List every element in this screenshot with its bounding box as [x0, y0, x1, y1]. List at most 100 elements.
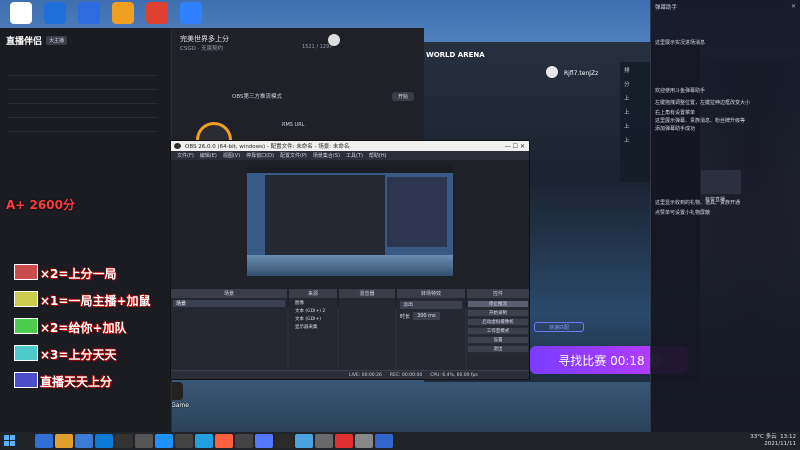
transition-select[interactable]: 淡出 [400, 301, 462, 309]
desktop-icon[interactable] [106, 2, 140, 24]
sidebar-item[interactable] [8, 68, 158, 76]
user-avatar[interactable] [328, 34, 340, 46]
obs-menu-item[interactable]: 文件(F) [177, 152, 194, 159]
sidebar-item[interactable] [8, 124, 158, 132]
streaming-app-logo: 直播伴侣 [6, 37, 43, 47]
taskbar-app-icon[interactable] [275, 434, 293, 448]
taskbar-app-icon[interactable] [255, 434, 273, 448]
obs-status-item: REC: 00:00:00 [389, 372, 423, 378]
taskbar-app-icon[interactable] [355, 434, 373, 448]
game-side-item[interactable]: 上 [624, 122, 630, 130]
gift-sticker-icon [14, 372, 38, 388]
sticker-text: ×2=上分一局 [40, 267, 117, 281]
obs-control-button[interactable]: 设置 [467, 336, 529, 344]
taskbar-app-icon[interactable] [55, 434, 73, 448]
obs-control-button[interactable]: 工作室模式 [467, 327, 529, 335]
assistant-close-icon[interactable]: ✕ [791, 3, 796, 10]
taskbar: 33°C 多云 13:12 2021/11/11 [0, 432, 800, 450]
duration-input[interactable]: 300 ms [413, 312, 440, 320]
mixer-dock [339, 298, 395, 370]
stream-title: 完美世界多上分 [180, 35, 229, 43]
overlay-rank-text: A+ 2600分 [6, 198, 75, 212]
game-side-item[interactable]: 分 [624, 80, 630, 88]
obs-menu-item[interactable]: 工具(T) [346, 152, 363, 159]
gift-sticker-icon [14, 345, 38, 361]
taskbar-app-icon[interactable] [95, 434, 113, 448]
scene-item[interactable]: 场景 [173, 300, 285, 307]
assistant-message: 这里展示弹幕、贵族消息、粉丝牌升级等 [655, 118, 746, 124]
windows-start-icon[interactable] [4, 435, 20, 447]
taskbar-app-icon[interactable] [195, 434, 213, 448]
obs-preview-canvas[interactable] [247, 165, 453, 276]
obs-preview-area [171, 160, 529, 308]
taskbar-app-icon[interactable] [135, 434, 153, 448]
quick-match-tab[interactable]: 快速匹配 [534, 322, 584, 332]
gift-sticker-icon [14, 318, 38, 334]
obs-control-button[interactable]: 退出 [467, 345, 529, 353]
clock-time[interactable]: 13:12 [780, 434, 796, 440]
game-side-item[interactable]: 上 [624, 136, 630, 144]
obs-logo-icon [174, 143, 181, 149]
taskbar-app-icon[interactable] [155, 434, 173, 448]
source-item[interactable]: 文本 (GDI+) 2 [295, 308, 325, 314]
sidebar-item[interactable] [8, 110, 158, 118]
desktop-icon[interactable] [174, 2, 208, 24]
taskbar-app-icon[interactable] [235, 434, 253, 448]
obs-menu-item[interactable]: 配置文件(P) [280, 152, 307, 159]
obs-menubar: 文件(F) 编辑(E) 视图(V) 停靠窗口(D) 配置文件(P) 场景集合(S) 工具(T… [171, 151, 529, 160]
assistant-message: 左键拖拽调整位置，左键拉伸边框改变大小 [655, 100, 751, 106]
obs-control-button[interactable]: 停止推流 [467, 300, 529, 308]
taskbar-app-icon[interactable] [115, 434, 133, 448]
system-tray: 33°C 多云 13:12 2021/11/11 [750, 434, 796, 448]
desktop-icon[interactable] [72, 2, 106, 24]
game-side-item[interactable]: 上 [624, 108, 630, 116]
sticker-text: ×3=上分天天 [40, 348, 117, 362]
taskbar-app-icon[interactable] [335, 434, 353, 448]
sidebar-item[interactable] [8, 82, 158, 90]
game-side-item[interactable]: 上 [624, 94, 630, 102]
source-item[interactable]: 图像 [295, 300, 304, 306]
game-side-item[interactable]: 排 [624, 66, 630, 74]
find-match-label: 寻找比赛 00:18 [558, 353, 645, 368]
app-icon [44, 2, 66, 24]
source-item[interactable]: 显示器采集 [295, 324, 318, 330]
game-username: Rjfl7.tenJZz [564, 70, 599, 77]
obs-control-button[interactable]: 开始录制 [467, 309, 529, 317]
desktop-icon[interactable] [4, 2, 38, 24]
taskbar-app-icon[interactable] [215, 434, 233, 448]
taskbar-app-icon[interactable] [295, 434, 313, 448]
taskbar-app-icon[interactable] [175, 434, 193, 448]
desktop-icon[interactable] [140, 2, 174, 24]
obs-menu-item[interactable]: 停靠窗口(D) [246, 152, 274, 159]
obs-status-item: LIVE: 00:00:26 [349, 372, 382, 378]
app-icon [180, 2, 202, 24]
app-icon [112, 2, 134, 24]
danmaku-assistant-panel: 弹幕助手 ✕ 这里展示实况进场消息 欢迎使用斗鱼弹幕助手 左键拖拽调整位置，左键拉伸… [650, 0, 800, 432]
clock-date[interactable]: 2021/11/11 [750, 441, 796, 448]
obs-control-button[interactable]: 启动虚拟摄像机 [467, 318, 529, 326]
obs-menu-item[interactable]: 帮助(H) [369, 152, 387, 159]
game-avatar[interactable] [546, 66, 558, 78]
assistant-message: 欢迎使用斗鱼弹幕助手 [655, 88, 706, 94]
rtmp-label: RMS URL [282, 122, 305, 128]
obs-menu-item[interactable]: 视图(V) [223, 152, 240, 159]
streaming-app-header: 直播伴侣 大主播 [6, 34, 68, 47]
preview-game-client [387, 177, 447, 247]
taskbar-app-icon[interactable] [35, 434, 53, 448]
taskbar-app-icon[interactable] [75, 434, 93, 448]
obs-mode-label: OBS第三方推流模式 [232, 94, 282, 100]
desktop-icon[interactable] [38, 2, 72, 24]
obs-window-controls[interactable]: — ☐ ✕ [505, 143, 525, 150]
dock-sources-header: 来源 [289, 289, 337, 298]
obs-titlebar: OBS 26.0.0 (64-bit, windows) - 配置文件: 未命名… [171, 141, 529, 151]
gift-image [701, 170, 741, 194]
assistant-message: 点赞单可设置小礼物屏蔽 [655, 210, 711, 216]
source-item[interactable]: 文本 (GDI+) [295, 316, 321, 322]
obs-menu-item[interactable]: 编辑(E) [200, 152, 217, 159]
obs-menu-item[interactable]: 场景集合(S) [313, 152, 340, 159]
scenes-dock: 场景 [171, 298, 287, 370]
start-button[interactable]: 开始 [392, 92, 414, 101]
taskbar-app-icon[interactable] [375, 434, 393, 448]
sidebar-item[interactable] [8, 96, 158, 104]
taskbar-app-icon[interactable] [315, 434, 333, 448]
